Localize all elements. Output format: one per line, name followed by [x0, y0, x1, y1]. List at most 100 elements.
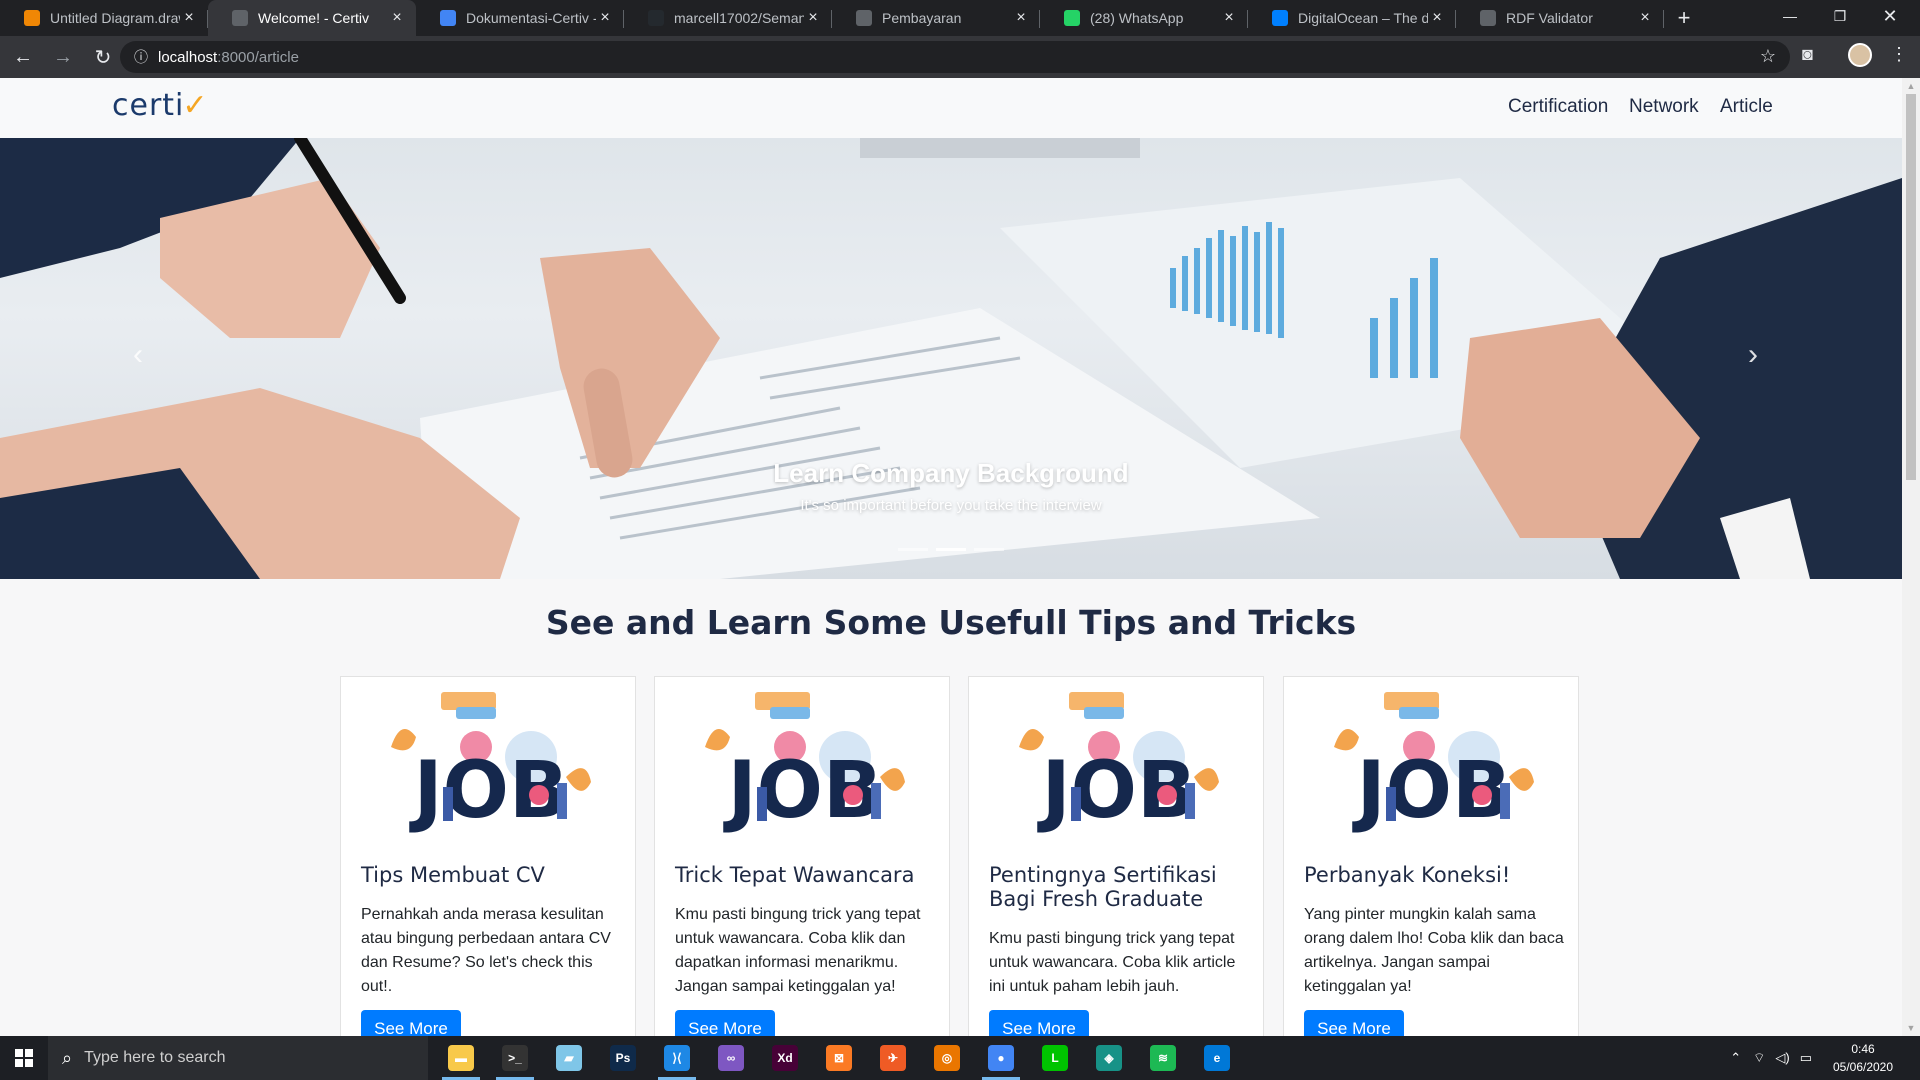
browser-tab[interactable]: Pembayaran ×	[832, 0, 1040, 36]
card-body: Pernahkah anda merasa kesulitan atau bin…	[361, 906, 611, 995]
taskbar-app[interactable]: ⊠	[812, 1036, 866, 1080]
carousel-next-icon[interactable]: ›	[1748, 338, 1758, 372]
battery-icon[interactable]: ▭	[1800, 1050, 1812, 1066]
taskbar-app[interactable]: ▰	[542, 1036, 596, 1080]
drawio-icon	[24, 10, 40, 26]
taskbar-app[interactable]: ⟩⟨	[650, 1036, 704, 1080]
browser-tab[interactable]: RDF Validator ×	[1456, 0, 1664, 36]
carousel-caption: Learn Company Background It's so importa…	[0, 458, 1902, 514]
taskbar-app[interactable]: ◎	[920, 1036, 974, 1080]
article-card: JOB Perbanyak Koneksi! Yang pinter mungkin…	[1283, 676, 1579, 1036]
notes-icon: ▰	[556, 1045, 582, 1071]
taskbar-app[interactable]: e	[1190, 1036, 1244, 1080]
url-path: :8000/article	[217, 48, 299, 66]
close-tab-icon[interactable]: ×	[388, 9, 406, 27]
system-tray: ⌃ ⌔ ◁) ▭ 0:46 05/06/2020	[1730, 1036, 1920, 1080]
globe-icon	[1480, 10, 1496, 26]
globe-icon	[232, 10, 248, 26]
volume-icon[interactable]: ◁)	[1775, 1050, 1789, 1066]
carousel-prev-icon[interactable]: ‹	[133, 338, 143, 372]
taskbar-app[interactable]: Xd	[758, 1036, 812, 1080]
wifi-icon[interactable]: ⌔	[1753, 1050, 1765, 1066]
site-logo[interactable]: certi✓	[112, 88, 209, 123]
browser-tab[interactable]: (28) WhatsApp ×	[1040, 0, 1248, 36]
forward-arrow-icon[interactable]: →	[46, 40, 80, 74]
card-body: Kmu pasti bingung trick yang tepat untuk…	[675, 906, 921, 995]
close-tab-icon[interactable]: ×	[804, 9, 822, 27]
close-tab-icon[interactable]: ×	[1220, 9, 1238, 27]
carousel-indicator[interactable]	[974, 548, 1004, 551]
address-bar[interactable]: ⓘ localhost:8000/article ☆	[120, 41, 1790, 73]
close-window-icon[interactable]: ✕	[1865, 0, 1915, 32]
browser-tab[interactable]: DigitalOcean – The developer cloud×	[1248, 0, 1456, 36]
job-illustration: JOB	[1019, 692, 1219, 836]
maximize-icon[interactable]: ❐	[1815, 0, 1865, 32]
carousel-indicator[interactable]	[898, 548, 928, 551]
see-more-button[interactable]: See More	[675, 1010, 775, 1036]
page-scrollbar[interactable]: ▲ ▼	[1902, 78, 1920, 1036]
photoshop-icon: Ps	[610, 1045, 636, 1071]
browser-tab[interactable]: Welcome! - Certiv ×	[208, 0, 416, 36]
new-tab-button[interactable]: +	[1664, 0, 1704, 36]
tab-title: DigitalOcean – The developer cloud	[1298, 10, 1428, 26]
nav-article[interactable]: Article	[1720, 96, 1773, 118]
nav-certification[interactable]: Certification	[1508, 96, 1608, 118]
camera-extension-icon[interactable]: ◙	[1802, 44, 1813, 65]
close-tab-icon[interactable]: ×	[180, 9, 198, 27]
browser-tab[interactable]: marcell17002/Semantik×	[624, 0, 832, 36]
carousel-indicator-active[interactable]	[936, 548, 966, 551]
close-tab-icon[interactable]: ×	[596, 9, 614, 27]
bookmark-star-icon[interactable]: ☆	[1760, 46, 1776, 67]
taskbar-app[interactable]: >_	[488, 1036, 542, 1080]
browser-toolbar: ← → ↻ ⓘ localhost:8000/article ☆ ◙ ⋮	[0, 36, 1920, 78]
see-more-button[interactable]: See More	[361, 1010, 461, 1036]
taskbar-app[interactable]: L	[1028, 1036, 1082, 1080]
tab-title: Untitled Diagram.drawio	[50, 10, 180, 26]
tab-title: RDF Validator	[1506, 10, 1593, 26]
taskbar-apps: ▬ >_ ▰ Ps ⟩⟨ ∞ Xd ⊠ ✈ ◎ ● L ◈ ≋ e	[434, 1036, 1244, 1080]
taskbar-app[interactable]: ✈	[866, 1036, 920, 1080]
carousel-title: Learn Company Background	[773, 458, 1129, 488]
close-tab-icon[interactable]: ×	[1636, 9, 1654, 27]
taskbar-app[interactable]: ∞	[704, 1036, 758, 1080]
reload-icon[interactable]: ↻	[86, 40, 120, 74]
digitalocean-icon	[1272, 10, 1288, 26]
whatsapp-icon	[1064, 10, 1080, 26]
close-tab-icon[interactable]: ×	[1012, 9, 1030, 27]
taskbar-search-box[interactable]: ⌕ Type here to search	[48, 1036, 428, 1080]
browser-tab[interactable]: Dokumentasi-Certiv - Google Docs×	[416, 0, 624, 36]
close-tab-icon[interactable]: ×	[1428, 9, 1446, 27]
section-title: See and Learn Some Usefull Tips and Tric…	[545, 603, 1357, 642]
taskbar-app[interactable]: Ps	[596, 1036, 650, 1080]
tab-title: Pembayaran	[882, 10, 962, 26]
logo-text: certi	[112, 88, 185, 123]
nav-network[interactable]: Network	[1629, 96, 1699, 118]
back-arrow-icon[interactable]: ←	[6, 40, 40, 74]
tab-title: (28) WhatsApp	[1090, 10, 1184, 26]
site-navbar: certi✓ Certification Network Article	[0, 78, 1902, 138]
see-more-button[interactable]: See More	[1304, 1010, 1404, 1036]
taskbar-app[interactable]: ▬	[434, 1036, 488, 1080]
visual-studio-icon: ∞	[718, 1045, 744, 1071]
minimize-icon[interactable]: —	[1765, 0, 1815, 32]
windows-start-icon[interactable]	[0, 1036, 48, 1080]
menu-kebab-icon[interactable]: ⋮	[1890, 44, 1908, 65]
hero-carousel: ‹ › Learn Company Background It's so imp…	[0, 138, 1902, 579]
job-illustration: JOB	[705, 692, 905, 836]
info-icon[interactable]: ⓘ	[134, 47, 148, 67]
browser-tab-strip: Untitled Diagram.drawio×Welcome! - Certi…	[0, 0, 1920, 36]
chevron-up-icon[interactable]: ⌃	[1730, 1050, 1741, 1066]
profile-avatar[interactable]	[1848, 43, 1872, 67]
taskbar-app[interactable]: ≋	[1136, 1036, 1190, 1080]
scroll-up-icon[interactable]: ▲	[1902, 78, 1920, 94]
scrollbar-thumb[interactable]	[1906, 94, 1916, 480]
taskbar-app[interactable]: ●	[974, 1036, 1028, 1080]
taskbar-clock[interactable]: 0:46 05/06/2020	[1820, 1040, 1906, 1076]
vscode-icon: ⟩⟨	[664, 1045, 690, 1071]
tab-title: marcell17002/Semantik	[674, 10, 804, 26]
scroll-down-icon[interactable]: ▼	[1902, 1020, 1920, 1036]
taskbar-app[interactable]: ◈	[1082, 1036, 1136, 1080]
browser-tab[interactable]: Untitled Diagram.drawio×	[0, 0, 208, 36]
see-more-button[interactable]: See More	[989, 1010, 1089, 1036]
carousel-subtitle: It's so important before you take the in…	[800, 497, 1102, 514]
